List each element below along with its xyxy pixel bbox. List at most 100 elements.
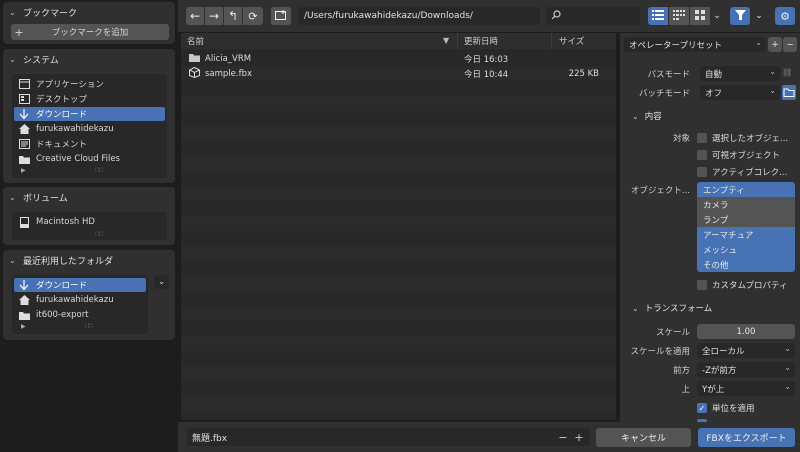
empty-row bbox=[181, 141, 616, 156]
object-type-camera-toggle[interactable]: カメラ bbox=[697, 197, 795, 212]
home-icon bbox=[18, 294, 30, 306]
empty-row bbox=[181, 306, 616, 321]
apply-unit-checkbox[interactable]: ✓ 単位を適用 bbox=[697, 402, 755, 414]
chevron-down-icon: ⌄ bbox=[755, 11, 763, 21]
view-columns-button[interactable] bbox=[669, 7, 689, 25]
scale-field[interactable]: 1.00 bbox=[697, 324, 795, 339]
volumes-header[interactable]: ⌄ ボリューム bbox=[3, 187, 175, 207]
chevron-down-icon: ⌄ bbox=[9, 255, 16, 265]
system-header[interactable]: ⌄ システム bbox=[3, 49, 175, 69]
resize-triangle-icon[interactable]: ▶ bbox=[21, 323, 26, 330]
object-type-mesh-toggle[interactable]: メッシュ bbox=[697, 242, 795, 257]
back-button[interactable]: ← bbox=[186, 7, 204, 25]
empty-row bbox=[181, 96, 616, 111]
empty-row bbox=[181, 171, 616, 186]
batch-mode-dropdown[interactable]: オフ ⌄ bbox=[700, 85, 780, 100]
add-preset-button[interactable]: + bbox=[768, 37, 782, 52]
selected-objects-checkbox[interactable]: 選択したオブジェ... bbox=[697, 132, 788, 144]
column-size-header[interactable]: サイズ bbox=[559, 33, 584, 49]
search-input[interactable] bbox=[546, 7, 640, 25]
embed-textures-toggle[interactable]: ⛓ bbox=[782, 68, 794, 79]
system-item-label: furukawahidekazu bbox=[36, 124, 114, 134]
new-folder-button[interactable] bbox=[271, 7, 291, 25]
view-thumbnails-button[interactable] bbox=[690, 7, 710, 25]
visible-objects-checkbox[interactable]: 可視オブジェクト bbox=[697, 149, 780, 161]
apply-scalings-dropdown[interactable]: 全ローカル ⌄ bbox=[697, 343, 795, 358]
checkbox-label: 選択したオブジェ... bbox=[712, 134, 789, 144]
recent-panel: ⌄ 最近利用したフォルダ ダウンロード furukawahidekazu it6… bbox=[3, 250, 175, 340]
system-item-downloads[interactable]: ダウンロード bbox=[14, 107, 165, 121]
increment-filename-button[interactable]: + bbox=[572, 429, 586, 445]
empty-row bbox=[181, 336, 616, 351]
recent-header[interactable]: ⌄ 最近利用したフォルダ bbox=[3, 250, 175, 270]
filename-input[interactable]: 無題.fbx bbox=[187, 428, 590, 446]
view-list-button[interactable] bbox=[648, 7, 668, 25]
filter-button[interactable] bbox=[730, 7, 750, 25]
system-item-home[interactable]: furukawahidekazu bbox=[14, 122, 165, 136]
resize-grip-icon[interactable]: ∷∷ bbox=[95, 230, 103, 238]
volume-item-macintosh-hd[interactable]: Macintosh HD bbox=[14, 215, 165, 229]
recent-menu-button[interactable]: ⌄ bbox=[154, 275, 169, 289]
file-modified-cell: 今日 10:44 bbox=[464, 69, 509, 80]
resize-triangle-icon[interactable]: ▶ bbox=[21, 167, 26, 174]
bookmarks-panel: ⌄ ブックマーク + ブックマークを追加 bbox=[3, 2, 175, 44]
new-folder-icon bbox=[275, 9, 287, 23]
recent-item-label: ダウンロード bbox=[36, 281, 88, 291]
empty-row bbox=[181, 156, 616, 171]
folder-icon bbox=[18, 153, 30, 165]
settings-button[interactable]: ⚙ bbox=[775, 7, 795, 25]
include-section-header[interactable]: ⌄ 内容 bbox=[632, 110, 662, 123]
forward-axis-dropdown[interactable]: -Zが前方 ⌄ bbox=[697, 362, 795, 377]
toggle-label: カメラ bbox=[703, 200, 729, 211]
object-type-other-toggle[interactable]: その他 bbox=[697, 257, 795, 272]
export-fbx-button[interactable]: FBXをエクスポート bbox=[698, 428, 795, 447]
recent-item-downloads[interactable]: ダウンロード bbox=[14, 278, 146, 292]
file-row[interactable]: sample.fbx 今日 10:44 225 KB bbox=[181, 66, 616, 81]
object-type-empty-toggle[interactable]: エンプティ bbox=[697, 182, 795, 197]
system-item-documents[interactable]: ドキュメント bbox=[14, 137, 165, 151]
file-row[interactable]: Alicia_VRM 今日 16:03 bbox=[181, 51, 616, 66]
add-bookmark-button[interactable]: + ブックマークを追加 bbox=[11, 24, 169, 40]
forward-button[interactable]: → bbox=[205, 7, 223, 25]
transform-section-title: トランスフォーム bbox=[644, 304, 713, 314]
column-name-header[interactable]: 名前 bbox=[187, 33, 204, 49]
recent-item-it600-export[interactable]: it600-export bbox=[14, 308, 146, 322]
up-axis-label: 上 bbox=[681, 385, 690, 395]
column-modified-header[interactable]: 更新日時 bbox=[464, 33, 498, 49]
resize-grip-icon[interactable]: ∷∷ bbox=[85, 322, 93, 330]
active-collection-checkbox[interactable]: アクティブコレク... bbox=[697, 166, 787, 178]
path-mode-value: 自動 bbox=[705, 69, 723, 80]
chevron-down-icon: ⌄ bbox=[713, 11, 721, 21]
document-icon bbox=[18, 138, 30, 150]
system-item-applications[interactable]: アプリケーション bbox=[14, 77, 165, 91]
system-item-desktop[interactable]: デスクトップ bbox=[14, 92, 165, 106]
refresh-button[interactable]: ⟳ bbox=[243, 7, 263, 25]
view-menu-button[interactable]: ⌄ bbox=[711, 7, 723, 25]
empty-row bbox=[181, 126, 616, 141]
directory-path-input[interactable]: /Users/furukawahidekazu/Downloads/ bbox=[298, 7, 540, 25]
limit-to-label: 対象 bbox=[672, 134, 690, 144]
empty-row bbox=[181, 261, 616, 276]
decrement-filename-button[interactable]: − bbox=[556, 429, 570, 445]
object-type-armature-toggle[interactable]: アーマチュア bbox=[697, 227, 795, 242]
bookmarks-header[interactable]: ⌄ ブックマーク bbox=[3, 2, 175, 22]
up-axis-value: Yが上 bbox=[702, 384, 725, 395]
batch-own-dir-toggle[interactable] bbox=[782, 85, 796, 100]
transform-section-header[interactable]: ⌄ トランスフォーム bbox=[632, 302, 713, 315]
filter-menu-button[interactable]: ⌄ bbox=[752, 7, 766, 25]
checkbox-box bbox=[697, 280, 707, 290]
volumes-panel: ⌄ ボリューム Macintosh HD ∷∷ bbox=[3, 187, 175, 245]
parent-dir-button[interactable]: ↰ bbox=[224, 7, 242, 25]
object-type-lamp-toggle[interactable]: ランプ bbox=[697, 212, 795, 227]
resize-grip-icon[interactable]: ∷∷ bbox=[95, 166, 103, 174]
sort-descending-icon[interactable]: ▼ bbox=[443, 36, 449, 45]
system-item-creative-cloud[interactable]: Creative Cloud Files bbox=[14, 152, 165, 166]
operator-presets-dropdown[interactable]: オペレータープリセット ⌄ bbox=[624, 37, 766, 52]
up-axis-dropdown[interactable]: Yが上 ⌄ bbox=[697, 381, 795, 396]
remove-preset-button[interactable]: − bbox=[783, 37, 797, 52]
cancel-button[interactable]: キャンセル bbox=[596, 428, 691, 447]
custom-properties-checkbox[interactable]: カスタムプロパティ bbox=[697, 279, 787, 291]
path-mode-dropdown[interactable]: 自動 ⌄ bbox=[700, 66, 780, 81]
column-divider bbox=[551, 33, 552, 49]
recent-item-home[interactable]: furukawahidekazu bbox=[14, 293, 146, 307]
